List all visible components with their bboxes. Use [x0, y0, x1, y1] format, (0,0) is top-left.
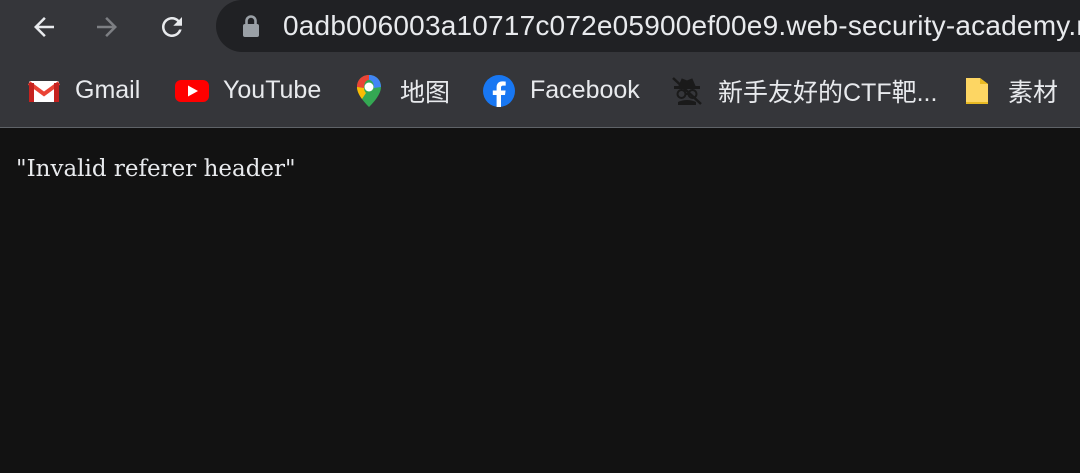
- reload-button[interactable]: [151, 6, 193, 48]
- bookmark-label: 素材: [1008, 78, 1059, 107]
- arrow-right-icon: [97, 17, 117, 37]
- bookmark-gmail[interactable]: Gmail: [27, 54, 140, 127]
- reload-icon: [162, 17, 182, 37]
- folder-icon: [960, 74, 994, 108]
- response-message: "Invalid referer header": [16, 156, 296, 182]
- bookmark-facebook[interactable]: Facebook: [482, 54, 640, 127]
- lock-icon[interactable]: [240, 14, 262, 38]
- youtube-icon: [175, 74, 209, 108]
- facebook-icon: [482, 74, 516, 108]
- spy-icon: [670, 74, 704, 108]
- bookmark-label: YouTube: [223, 76, 322, 104]
- maps-pin-icon: [352, 74, 386, 108]
- arrow-left-icon: [34, 17, 54, 37]
- bookmark-ctf[interactable]: 新手友好的CTF靶...: [670, 54, 937, 127]
- forward-button[interactable]: [86, 6, 128, 48]
- gmail-icon: [27, 74, 61, 108]
- back-button[interactable]: [23, 6, 65, 48]
- page-content: "Invalid referer header": [0, 128, 1080, 473]
- address-bar[interactable]: 0adb006003a10717c072e05900ef00e9.web-sec…: [216, 0, 1080, 52]
- bookmark-maps[interactable]: 地图: [352, 54, 450, 127]
- bookmarks-bar: Gmail YouTube 地图 Facebook 新手友好的CTF靶... 素…: [0, 54, 1080, 128]
- bookmark-label: Gmail: [75, 76, 141, 104]
- bookmark-label: Facebook: [530, 76, 640, 104]
- bookmark-label: 地图: [400, 78, 451, 107]
- browser-toolbar: 0adb006003a10717c072e05900ef00e9.web-sec…: [0, 0, 1080, 54]
- bookmark-youtube[interactable]: YouTube: [175, 54, 321, 127]
- bookmark-folder[interactable]: 素材: [960, 54, 1058, 127]
- url-text[interactable]: 0adb006003a10717c072e05900ef00e9.web-sec…: [283, 0, 1080, 52]
- bookmark-label: 新手友好的CTF靶...: [718, 78, 938, 107]
